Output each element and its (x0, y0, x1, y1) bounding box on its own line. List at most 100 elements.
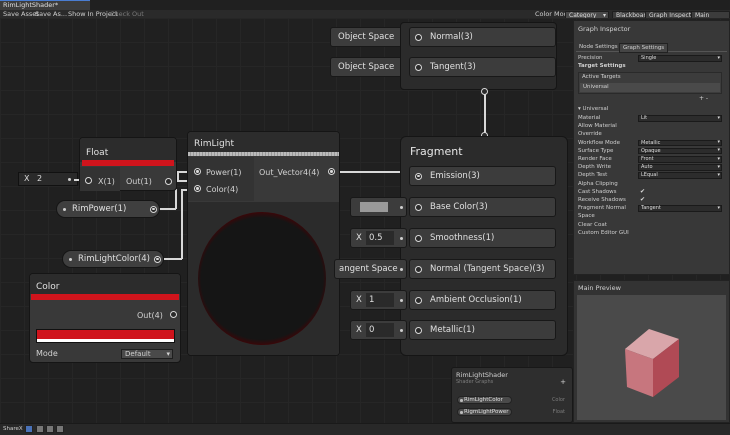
normal-ts-slot[interactable]: Normal (Tangent Space)(3) (409, 259, 556, 279)
base-color-port[interactable] (415, 203, 422, 211)
smoothness-port[interactable] (415, 234, 422, 242)
main-preview-viewport[interactable] (577, 295, 726, 420)
inspector-title: Graph Inspector (578, 25, 631, 33)
inspector-row-label: Material (578, 115, 601, 121)
object-space-field-2[interactable]: Object Space (330, 57, 407, 77)
tab-node-settings[interactable]: Node Settings (579, 44, 618, 50)
inspector-select[interactable]: Metallic (638, 139, 722, 147)
float-in-label: X(1) (98, 177, 115, 186)
float-out-port[interactable] (165, 178, 172, 185)
smoothness-slot[interactable]: Smoothness(1) (409, 228, 556, 248)
blackboard-title: RimLightShader (456, 371, 508, 379)
rimlight-header-stripe (188, 152, 339, 156)
inspector-select[interactable]: Front (638, 156, 722, 163)
blackboard-property[interactable]: RimLightColor (457, 396, 512, 404)
color-node-title: Color (36, 282, 60, 292)
inspector-checkbox[interactable]: ✔ (640, 188, 645, 195)
metallic-label: Metallic(1) (430, 325, 475, 335)
metallic-value-field[interactable]: 0 (366, 323, 394, 337)
float-color-bar (82, 160, 174, 166)
object-space-field-1[interactable]: Object Space (330, 27, 407, 47)
status-bar: ShareX (0, 423, 730, 435)
inspector-select[interactable]: Lit (638, 115, 722, 122)
normal-ts-port[interactable] (415, 265, 422, 273)
property-name: RigmLightPower (464, 409, 509, 415)
color-node[interactable]: Color Out(4) Mode Default ▾ (29, 273, 181, 363)
color-mode-select[interactable]: Default ▾ (121, 349, 173, 359)
inspector-tabs: Node Settings Graph Settings (576, 43, 727, 53)
inspector-row-label: Space (578, 213, 595, 220)
tab-graph-settings[interactable]: Graph Settings (619, 43, 669, 53)
base-color-slot[interactable]: Base Color(3) (409, 197, 556, 217)
precision-select[interactable]: Single (638, 55, 722, 62)
ao-input[interactable]: X 1 (350, 290, 407, 310)
inspector-select[interactable]: Auto (638, 164, 722, 171)
rimlight-inputs (188, 157, 254, 201)
base-color-input[interactable] (350, 197, 407, 217)
emission-slot[interactable]: Emission(3) (409, 166, 556, 186)
inspector-select-value: Lit (641, 115, 648, 121)
metallic-input[interactable]: X 0 (350, 320, 407, 340)
inspector-select[interactable]: LEqual (638, 172, 722, 179)
window-tab[interactable]: RimLightShader* (0, 0, 90, 10)
rim-power-property[interactable]: RimPower(1) (56, 200, 160, 218)
ao-slot[interactable]: Ambient Occlusion(1) (409, 290, 556, 310)
emission-label: Emission(3) (430, 171, 480, 181)
color-node-header: Color (30, 274, 180, 294)
inspector-select[interactable]: Tangent (638, 205, 722, 212)
sharex-label: ShareX (3, 426, 23, 432)
ao-value-field[interactable]: 1 (366, 293, 394, 307)
color-out-label: Out(4) (137, 311, 163, 320)
color-port[interactable] (194, 185, 201, 192)
power-port[interactable] (194, 168, 201, 175)
cube-preview (625, 329, 679, 397)
capture-icon[interactable] (25, 425, 33, 433)
inspector-row-label: Fragment Normal (578, 205, 626, 212)
rim-power-out-port[interactable] (150, 205, 157, 213)
delete-icon[interactable] (46, 425, 54, 433)
active-target-item-label: Universal (583, 84, 609, 90)
power-label: Power(1) (206, 168, 242, 177)
float-x-label: X (24, 174, 30, 183)
color-out-port[interactable] (170, 311, 177, 318)
metallic-slot[interactable]: Metallic(1) (409, 320, 556, 340)
float-x-field[interactable]: X 2 (18, 172, 78, 186)
record-icon[interactable] (36, 425, 44, 433)
active-target-item[interactable]: Universal (580, 83, 720, 92)
vertex-normal-slot[interactable]: Normal(3) (409, 27, 556, 47)
rim-color-out-port[interactable] (154, 255, 161, 263)
normal-ts-label: Normal (Tangent Space)(3) (430, 264, 545, 274)
normal-space-input[interactable]: angent Space (334, 259, 407, 279)
inspector-select-value: Metallic (641, 139, 661, 146)
ao-port[interactable] (415, 296, 422, 304)
inspector-row-label: Cast Shadows (578, 188, 617, 195)
inspector-row-label: Clear Coat (578, 221, 607, 228)
emission-port[interactable] (415, 172, 422, 180)
wire-float-rimlight (177, 180, 187, 182)
blackboard-property[interactable]: RigmLightPower (457, 408, 512, 416)
float-x-port[interactable] (85, 177, 92, 184)
chevron-down-icon: ▾ (166, 350, 170, 358)
add-target-button[interactable]: + - (699, 95, 708, 102)
tangent-port[interactable] (415, 63, 422, 71)
inspector-row-label: Depth Test (578, 172, 608, 179)
property-type: Float (552, 409, 565, 415)
upload-icon[interactable] (56, 425, 64, 433)
graph-inspector-panel: Graph Inspector Node Settings Graph Sett… (573, 20, 730, 275)
rimlight-node[interactable]: RimLight Power(1) Color(4) Out_Vector4(4… (187, 131, 340, 356)
inspector-row-label: Workflow Mode (578, 139, 620, 146)
normal-port[interactable] (415, 33, 422, 41)
vertex-tangent-slot[interactable]: Tangent(3) (409, 57, 556, 77)
metallic-port[interactable] (415, 326, 422, 334)
float-node[interactable]: Float X(1) Out(1) (79, 137, 177, 191)
rim-color-property[interactable]: RimLightColor(4) (62, 250, 164, 268)
inspector-select[interactable]: Opaque (638, 147, 722, 155)
inspector-checkbox[interactable]: ✔ (640, 196, 645, 203)
wire-power-h (159, 208, 176, 210)
add-property-button[interactable]: + (560, 378, 566, 386)
wire-vertex-fragment (484, 92, 486, 136)
out-vector4-port[interactable] (328, 168, 335, 175)
color-swatch[interactable] (36, 329, 175, 343)
smoothness-input[interactable]: X 0.5 (350, 228, 407, 248)
smoothness-value-field[interactable]: 0.5 (366, 231, 394, 245)
